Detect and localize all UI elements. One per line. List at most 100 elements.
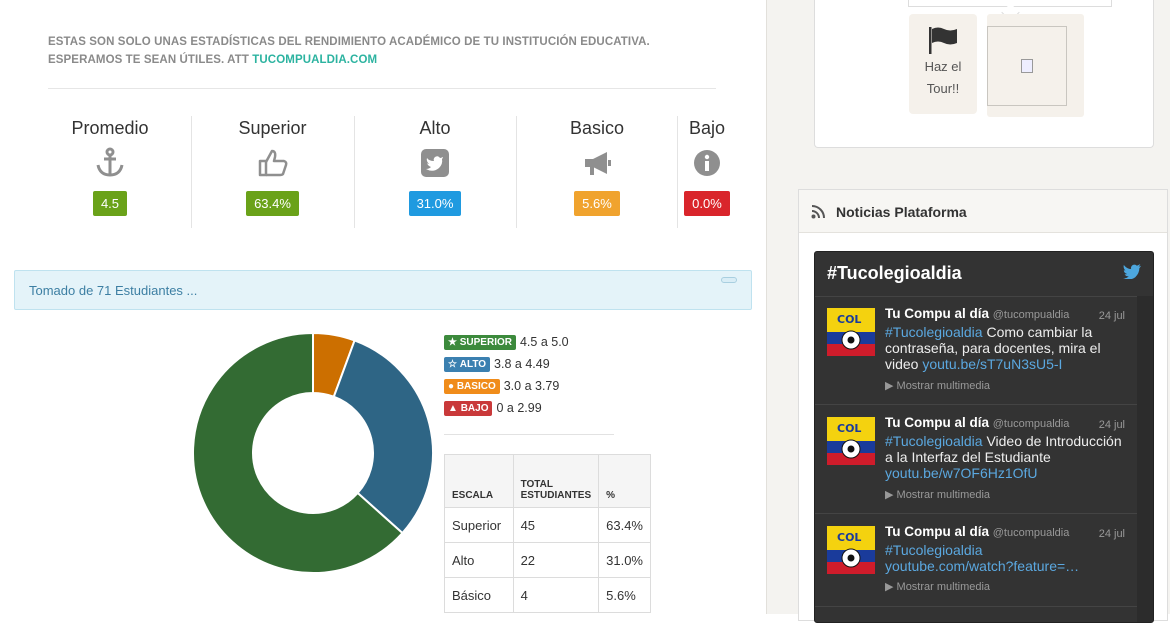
exclamation-circle-icon: ● (448, 380, 455, 392)
tweet-author[interactable]: Tu Compu al día (885, 415, 989, 430)
table-cell: Básico (444, 577, 514, 613)
column-header[interactable]: ESCALA (444, 454, 514, 508)
svg-text:COL: COL (837, 531, 861, 544)
tweet-handle[interactable]: @tucompualdia (993, 527, 1070, 539)
tweet-item[interactable]: COL Tu Compu al día @tucompualdia 24 jul… (815, 405, 1137, 514)
tour-label: Haz el Tour!! (924, 59, 962, 96)
stat-badge: 5.6% (574, 191, 620, 216)
stat-badge: 4.5 (92, 191, 128, 216)
stat-alto: Alto 31.0% (372, 114, 498, 230)
tweet-date[interactable]: 24 jul (1099, 310, 1125, 322)
tweet-header: Tu Compu al día @tucompualdia (885, 306, 1069, 321)
tucompualdia-link[interactable]: TUCOMPUALDIA.COM (252, 54, 377, 66)
warning-icon: ▲ (448, 402, 458, 414)
tweet-hashtag[interactable]: #Tucolegioaldia (885, 324, 983, 340)
stat-title: Bajo (688, 118, 726, 138)
tweet-hashtag[interactable]: #Tucolegioaldia (885, 433, 983, 449)
panel-title: Noticias Plataforma (836, 204, 967, 220)
panel-header: Noticias Plataforma (799, 190, 1167, 233)
table-cell: 4 (512, 577, 600, 613)
table-header-row: ESCALA TOTAL ESTUDIANTES % (444, 454, 651, 508)
column-header[interactable]: % (598, 454, 651, 508)
stat-title: Superior (238, 118, 307, 138)
anchor-icon (48, 145, 172, 181)
show-media-button[interactable]: ▶ Mostrar multimedia (885, 488, 990, 501)
divider (48, 88, 716, 89)
tweet-text: #Tucolegioaldia Como cambiar la contrase… (885, 324, 1125, 372)
legend-item-basico: ● BASICO 3.0 a 3.79 (444, 375, 569, 397)
show-media-button[interactable]: ▶ Mostrar multimedia (885, 379, 990, 392)
stat-badge: 63.4% (246, 191, 299, 216)
tweet-link[interactable]: youtu.be/sT7uN3sU5-I (922, 356, 1062, 372)
table-cell: Superior (444, 507, 514, 543)
scale-legend: ★ SUPERIOR 4.5 a 5.0 ☆ ALTO 3.8 a 4.49 ●… (444, 331, 569, 419)
tweet-date[interactable]: 24 jul (1099, 419, 1125, 431)
divider (516, 116, 517, 228)
broken-image (987, 26, 1067, 106)
table-cell: 31.0% (598, 542, 651, 578)
main-content: ESTAS SON SOLO UNAS ESTADÍSTICAS DEL REN… (0, 0, 766, 614)
star-outline-icon: ☆ (448, 358, 457, 370)
stat-title: Promedio (71, 118, 149, 138)
tour-button[interactable]: Haz el Tour!! (909, 14, 977, 114)
tweet-author[interactable]: Tu Compu al día (885, 306, 989, 321)
tweet-date[interactable]: 24 jul (1099, 528, 1125, 540)
table-cell: Alto (444, 542, 514, 578)
tweet-author[interactable]: Tu Compu al día (885, 524, 989, 539)
table-row: Superior 45 63.4% (444, 507, 651, 543)
info-circle-icon (676, 145, 738, 181)
twitter-bird-icon[interactable] (1123, 264, 1141, 279)
legend-item-superior: ★ SUPERIOR 4.5 a 5.0 (444, 331, 569, 353)
tweet-handle[interactable]: @tucompualdia (993, 309, 1070, 321)
legend-label-text: BAJO (460, 402, 489, 414)
tour-box (814, 0, 1154, 148)
legend-item-alto: ☆ ALTO 3.8 a 4.49 (444, 353, 569, 375)
twitter-widget-title[interactable]: #Tucolegioaldia (827, 263, 962, 284)
stat-badge: 0.0% (684, 191, 730, 216)
play-icon: ▶ (885, 380, 894, 392)
stat-title: Basico (569, 118, 625, 138)
tweet-handle[interactable]: @tucompualdia (993, 418, 1070, 430)
column-header[interactable]: TOTAL ESTUDIANTES (512, 454, 600, 508)
intro-text: ESTAS SON SOLO UNAS ESTADÍSTICAS DEL REN… (48, 33, 720, 69)
table-cell: 5.6% (598, 577, 651, 613)
stat-badge: 31.0% (408, 191, 462, 216)
tweet-link[interactable]: youtube.com/watch?feature=… (885, 558, 1079, 574)
stat-bajo: Bajo 0.0% (676, 114, 738, 230)
broken-image-icon (1021, 59, 1033, 73)
tweet-text: #Tucolegioaldia youtube.com/watch?featur… (885, 542, 1125, 574)
show-media-label: Mostrar multimedia (896, 380, 991, 392)
students-alert: Tomado de 71 Estudiantes ... (14, 270, 752, 310)
play-icon: ▶ (885, 489, 894, 501)
legend-range: 3.8 a 4.49 (494, 357, 550, 371)
tweet-hashtag[interactable]: #Tucolegioaldia (885, 542, 983, 558)
tweet-item[interactable]: COL Tu Compu al día @tucompualdia 24 jul… (815, 296, 1137, 405)
legend-label-text: ALTO (459, 358, 487, 370)
flag-icon (909, 26, 977, 56)
tweet-text: #Tucolegioaldia Video de Introducción a … (885, 433, 1125, 481)
donut-chart (192, 332, 434, 574)
legend-label-superior: ★ SUPERIOR (444, 334, 516, 350)
image-placeholder-box[interactable] (987, 14, 1084, 117)
legend-label-basico: ● BASICO (444, 378, 500, 394)
collapse-button[interactable] (721, 277, 737, 283)
tweet-header: Tu Compu al día @tucompualdia (885, 524, 1069, 539)
legend-range: 4.5 a 5.0 (519, 335, 569, 349)
tweet-item[interactable]: COL Tu Compu al día @tucompualdia 24 jul… (815, 514, 1137, 607)
legend-label-alto: ☆ ALTO (444, 356, 491, 372)
show-media-button[interactable]: ▶ Mostrar multimedia (885, 580, 990, 593)
stat-superior: Superior 63.4% (210, 114, 335, 230)
scale-table: ESCALA TOTAL ESTUDIANTES % Superior 45 6… (444, 454, 651, 613)
widget-scrollbar[interactable] (1137, 296, 1153, 622)
show-media-label: Mostrar multimedia (896, 581, 991, 593)
avatar: COL (827, 417, 875, 465)
twitter-widget: #Tucolegioaldia COL Tu Compu al día @tuc… (814, 251, 1154, 623)
legend-label-text: SUPERIOR (459, 336, 512, 348)
avatar: COL (827, 308, 875, 356)
svg-text:COL: COL (837, 313, 861, 326)
thumbs-up-icon (210, 145, 335, 181)
tweet-link[interactable]: youtu.be/w7OF6Hz1OfU (885, 465, 1038, 481)
legend-item-bajo: ▲ BAJO 0 a 2.99 (444, 397, 569, 419)
divider (191, 116, 192, 228)
show-media-label: Mostrar multimedia (896, 489, 991, 501)
